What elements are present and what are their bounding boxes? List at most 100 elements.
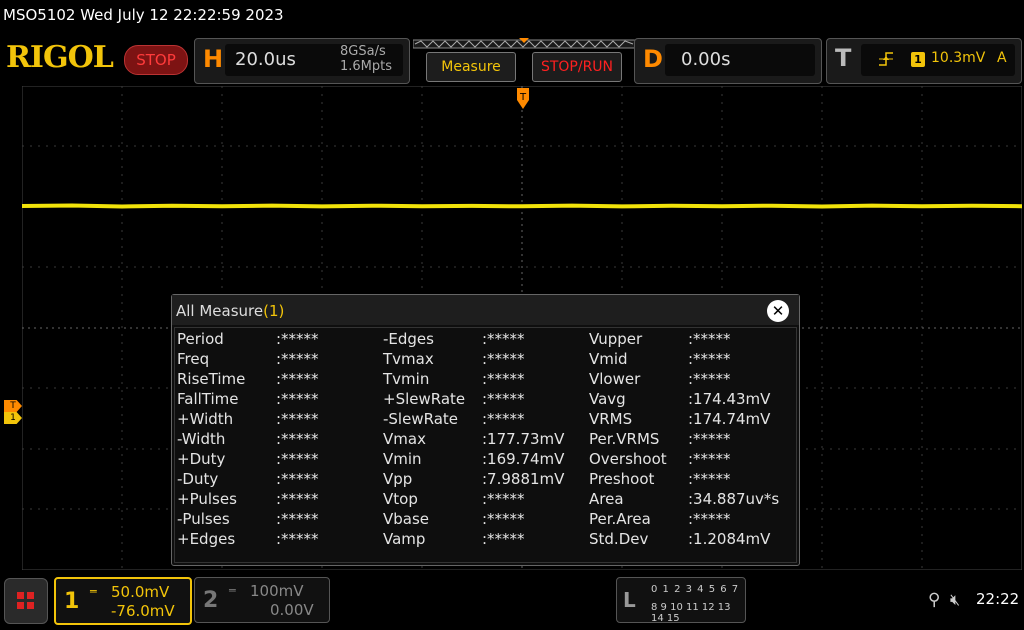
measure-count: (1) xyxy=(263,302,285,320)
trigger-source: 1 xyxy=(911,52,925,67)
measure-value: :***** xyxy=(276,470,319,488)
channel2-box[interactable]: 2 ═ 100mV 0.00V xyxy=(194,577,330,623)
measure-value: :***** xyxy=(482,350,525,368)
main-menu-button[interactable] xyxy=(4,578,48,624)
measure-value: :***** xyxy=(276,490,319,508)
measure-name: Vavg xyxy=(589,390,626,408)
timebase-value: 20.0us xyxy=(235,49,296,70)
horizontal-panel[interactable]: H 20.0us 8GSa/s 1.6Mpts xyxy=(194,38,410,84)
horizontal-label: H xyxy=(203,45,224,73)
measure-name: -Edges xyxy=(383,330,434,348)
trigger-label: T xyxy=(835,44,852,72)
measure-value: :***** xyxy=(482,410,525,428)
all-measure-panel: All Measure(1) ✕ Period:***** -Edges:****… xyxy=(171,294,800,566)
title-bar: MSO5102 Wed July 12 22:22:59 2023 xyxy=(0,0,1024,32)
measure-name: Vmax xyxy=(383,430,426,448)
channel1-offset-marker[interactable]: 1 xyxy=(4,412,22,424)
menu-icon xyxy=(17,592,24,599)
sample-info: 8GSa/s 1.6Mpts xyxy=(340,44,392,74)
logic-analyzer-box[interactable]: L 0 1 2 3 4 5 6 7 8 9 10 11 12 13 14 15 xyxy=(616,577,746,624)
measure-value: :***** xyxy=(482,330,525,348)
measure-name: Vmin xyxy=(383,450,422,468)
measure-name: +Pulses xyxy=(177,490,237,508)
trigger-position-icon[interactable]: T xyxy=(516,88,530,110)
measure-value: :7.9881mV xyxy=(482,470,565,488)
memory-overview-bar xyxy=(413,38,635,49)
measure-name: Vamp xyxy=(383,530,426,548)
measure-name: +SlewRate xyxy=(383,390,466,408)
measure-value: :***** xyxy=(482,490,525,508)
mute-icon[interactable]: 🔇︎ xyxy=(950,590,960,610)
close-icon[interactable]: ✕ xyxy=(767,300,789,322)
system-clock: 22:22 xyxy=(976,590,1020,608)
measure-name: Vmid xyxy=(589,350,628,368)
delay-readout: 0.00s xyxy=(665,44,815,76)
measure-value: :***** xyxy=(276,330,319,348)
channel1-trace xyxy=(22,203,1022,209)
measure-value: :***** xyxy=(688,430,731,448)
trigger-panel[interactable]: T 1 10.3mV A xyxy=(826,38,1022,84)
trigger-level: 10.3mV xyxy=(931,50,986,66)
panel-header: All Measure(1) ✕ xyxy=(172,295,799,325)
measure-value: :***** xyxy=(276,370,319,388)
stop-run-button[interactable]: STOP/RUN xyxy=(532,52,622,82)
measure-name: Preshoot xyxy=(589,470,655,488)
measure-value: :34.887uv*s xyxy=(688,490,780,508)
measure-name: Per.Area xyxy=(589,510,651,528)
rigol-logo: RIGOL xyxy=(6,40,114,75)
delay-value: 0.00s xyxy=(681,49,731,70)
run-state-button[interactable]: STOP xyxy=(124,45,188,75)
measure-name: Tvmax xyxy=(383,350,434,368)
measure-name: Vpp xyxy=(383,470,413,488)
measure-name: -Pulses xyxy=(177,510,230,528)
measure-name: Tvmin xyxy=(383,370,430,388)
measure-name: Freq xyxy=(177,350,210,368)
measure-name: Vlower xyxy=(589,370,641,388)
delay-panel[interactable]: D 0.00s xyxy=(634,38,822,84)
measure-value: :1.2084mV xyxy=(688,530,771,548)
channel2-offset: 0.00V xyxy=(270,601,314,619)
measure-button[interactable]: Measure xyxy=(426,52,516,82)
measure-name: RiseTime xyxy=(177,370,246,388)
measure-name: Overshoot xyxy=(589,450,667,468)
measure-value: :***** xyxy=(482,370,525,388)
measure-value: :177.73mV xyxy=(482,430,565,448)
sample-rate: 8GSa/s xyxy=(340,44,386,59)
measure-name: +Width xyxy=(177,410,234,428)
measure-value: :169.74mV xyxy=(482,450,565,468)
trigger-level-marker[interactable]: T xyxy=(4,400,22,412)
panel-title: All Measure(1) xyxy=(176,302,285,320)
trigger-mode: A xyxy=(997,50,1007,66)
logic-channels-high: 8 9 10 11 12 13 14 15 xyxy=(651,602,731,624)
rising-edge-icon xyxy=(879,52,893,66)
channel1-box[interactable]: 1 ═ 50.0mV -76.0mV xyxy=(54,577,192,625)
logic-label: L xyxy=(623,588,636,612)
dc-coupling-icon: ═ xyxy=(90,585,97,598)
measure-value: :***** xyxy=(482,390,525,408)
measure-name: Std.Dev xyxy=(589,530,649,548)
device-title: MSO5102 Wed July 12 22:22:59 2023 xyxy=(3,6,284,24)
measure-value: :***** xyxy=(276,510,319,528)
measure-value: :***** xyxy=(276,530,319,548)
measure-value: :***** xyxy=(688,330,731,348)
measure-name: Vupper xyxy=(589,330,643,348)
measure-value: :***** xyxy=(688,510,731,528)
usb-icon: ⚲ xyxy=(928,590,941,610)
measure-name: Area xyxy=(589,490,624,508)
measure-name: -Duty xyxy=(177,470,219,488)
measure-value: :***** xyxy=(276,450,319,468)
measure-name: -Width xyxy=(177,430,226,448)
channel1-scale: 50.0mV xyxy=(111,583,170,601)
logic-channels-low: 0 1 2 3 4 5 6 7 xyxy=(651,584,740,595)
measure-name: Vbase xyxy=(383,510,430,528)
measure-value: :***** xyxy=(482,510,525,528)
measure-value: :***** xyxy=(276,390,319,408)
measure-value: :***** xyxy=(276,410,319,428)
measure-name: Vtop xyxy=(383,490,418,508)
measure-name: +Edges xyxy=(177,530,236,548)
measure-value: :***** xyxy=(688,370,731,388)
measure-value: :***** xyxy=(688,450,731,468)
measure-value: :***** xyxy=(276,350,319,368)
measure-name: Per.VRMS xyxy=(589,430,660,448)
channel1-number: 1 xyxy=(64,589,80,614)
